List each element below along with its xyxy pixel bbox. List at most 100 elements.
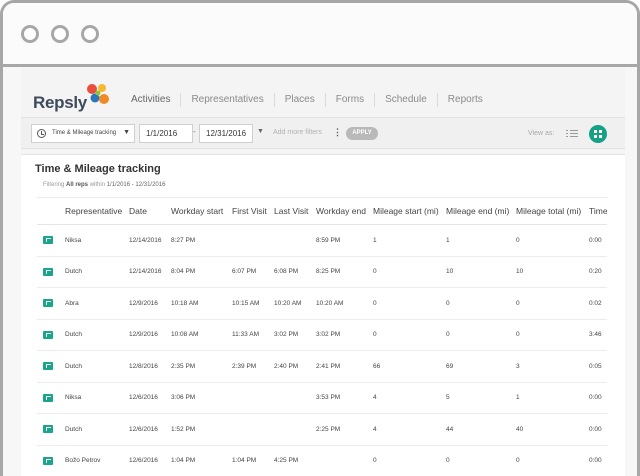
header-last-visit[interactable]: Last Visit (274, 197, 316, 225)
cell-last-visit (274, 224, 316, 257)
cell-workday-end: 3:02 PM (316, 319, 373, 351)
cell-first-visit: 1:04 PM (232, 445, 274, 476)
activity-flag-icon[interactable] (43, 330, 53, 339)
logo-text: Repsly (33, 93, 87, 112)
cell-mileage-start: 0 (373, 319, 446, 351)
date-chevron-down-icon[interactable]: ▼ (257, 128, 264, 135)
cell-mileage-total: 1 (516, 382, 589, 414)
nav-places[interactable]: Places (275, 93, 326, 107)
cell-workday-end: 2:41 PM (316, 350, 373, 383)
cell-representative: Dutch (65, 256, 129, 288)
activity-flag-icon[interactable] (43, 425, 53, 434)
cell-mileage-total: 10 (516, 256, 589, 288)
cell-representative: Dutch (65, 413, 129, 446)
cell-mileage-start: 0 (373, 287, 446, 320)
cell-mileage-end: 1 (446, 224, 516, 257)
grid-icon (594, 130, 602, 138)
cell-workday-end: 10:20 AM (316, 287, 373, 320)
row-icon-cell (37, 224, 65, 257)
nav-schedule[interactable]: Schedule (375, 93, 438, 107)
cell-first-visit: 10:15 AM (232, 287, 274, 320)
report-title: Time & Mileage tracking (35, 163, 161, 175)
date-separator: - (193, 127, 196, 136)
header-first-visit[interactable]: First Visit (232, 197, 274, 225)
header-mileage-total[interactable]: Mileage total (mi) (516, 197, 589, 225)
table-row[interactable]: Abra 12/9/2016 10:18 AM 10:15 AM 10:20 AM 10:… (37, 287, 607, 320)
header-mileage-start[interactable]: Mileage start (mi) (373, 197, 446, 225)
cell-last-visit: 4:25 PM (274, 445, 316, 476)
activity-flag-icon[interactable] (43, 362, 53, 371)
list-view-icon[interactable] (566, 128, 578, 138)
cell-representative: Abra (65, 287, 129, 320)
filter-bar: Time & Mileage tracking ▼ 1/1/2016 - 12/… (21, 117, 625, 149)
report-type-select[interactable]: Time & Mileage tracking ▼ (31, 124, 135, 143)
cell-mileage-end: 10 (446, 256, 516, 288)
nav-reports[interactable]: Reports (438, 93, 493, 107)
cell-time: 0:00 (589, 382, 607, 414)
header-icon-col (37, 197, 65, 225)
cell-representative: Dutch (65, 350, 129, 383)
browser-window: Repsly Activities Representatives Places… (0, 0, 640, 476)
cell-time: 0:00 (589, 445, 607, 476)
cell-mileage-start: 0 (373, 445, 446, 476)
date-to-input[interactable]: 12/31/2016 (199, 124, 253, 143)
table-row[interactable]: Niksa 12/6/2016 3:06 PM 3:53 PM 4 5 1 0:00 (37, 382, 607, 414)
repsly-logo[interactable]: Repsly (33, 79, 113, 115)
cell-mileage-total: 3 (516, 350, 589, 383)
header-date[interactable]: Date (129, 197, 171, 225)
table-row[interactable]: Dutch 12/8/2016 2:35 PM 2:39 PM 2:40 PM 2:41 … (37, 350, 607, 383)
nav-forms[interactable]: Forms (326, 93, 376, 107)
report-type-value: Time & Mileage tracking (52, 130, 117, 136)
table-row[interactable]: Božo Petrov 12/6/2016 1:04 PM 1:04 PM 4:25 P… (37, 445, 607, 476)
cell-last-visit: 10:20 AM (274, 287, 316, 320)
time-mileage-table: Representative Date Workday start First … (37, 197, 607, 476)
header-time[interactable]: Time (589, 197, 607, 225)
cell-workday-start: 1:52 PM (171, 413, 232, 446)
cell-first-visit (232, 224, 274, 257)
add-more-filters[interactable]: Add more filters (273, 129, 322, 136)
row-icon-cell (37, 445, 65, 476)
cell-first-visit (232, 382, 274, 414)
header-mileage-end[interactable]: Mileage end (mi) (446, 197, 516, 225)
header-workday-start[interactable]: Workday start (171, 197, 232, 225)
grid-view-button[interactable] (589, 125, 607, 143)
nav-activities[interactable]: Activities (121, 93, 182, 107)
window-button-3[interactable] (81, 25, 99, 43)
cell-workday-end: 3:53 PM (316, 382, 373, 414)
activity-flag-icon[interactable] (43, 299, 53, 308)
window-button-2[interactable] (51, 25, 69, 43)
window-button-1[interactable] (21, 25, 39, 43)
row-icon-cell (37, 413, 65, 446)
cell-date: 12/6/2016 (129, 413, 171, 446)
more-options-icon[interactable]: ⋮ (333, 127, 342, 138)
table-row[interactable]: Dutch 12/14/2016 8:04 PM 6:07 PM 6:08 PM 8:25… (37, 256, 607, 288)
header-representative[interactable]: Representative (65, 197, 129, 225)
table-row[interactable]: Dutch 12/9/2016 10:08 AM 11:33 AM 3:02 PM 3:0… (37, 319, 607, 351)
cell-mileage-start: 1 (373, 224, 446, 257)
activity-flag-icon[interactable] (43, 267, 53, 276)
table-row[interactable]: Niksa 12/14/2016 8:27 PM 8:59 PM 1 1 0 0:00 (37, 224, 607, 257)
subtitle-within: within (89, 182, 106, 188)
cell-workday-start: 8:04 PM (171, 256, 232, 288)
cell-time: 0:05 (589, 350, 607, 383)
row-icon-cell (37, 319, 65, 351)
nav-representatives[interactable]: Representatives (181, 93, 275, 107)
header-workday-end[interactable]: Workday end (316, 197, 373, 225)
cell-date: 12/9/2016 (129, 319, 171, 351)
activity-flag-icon[interactable] (43, 393, 53, 402)
activity-flag-icon[interactable] (43, 236, 53, 245)
apply-button[interactable]: APPLY (346, 127, 378, 140)
table-row[interactable]: Dutch 12/6/2016 1:52 PM 2:25 PM 4 44 40 0:00 (37, 413, 607, 446)
cell-representative: Niksa (65, 224, 129, 257)
cell-mileage-start: 0 (373, 256, 446, 288)
cell-workday-start: 1:04 PM (171, 445, 232, 476)
row-icon-cell (37, 256, 65, 288)
cell-mileage-end: 0 (446, 319, 516, 351)
app: Repsly Activities Representatives Places… (21, 67, 625, 476)
cell-time: 0:20 (589, 256, 607, 288)
activity-flag-icon[interactable] (43, 456, 53, 465)
date-from-input[interactable]: 1/1/2016 (139, 124, 193, 143)
cell-date: 12/14/2016 (129, 224, 171, 257)
cell-mileage-total: 0 (516, 287, 589, 320)
cell-date: 12/6/2016 (129, 445, 171, 476)
